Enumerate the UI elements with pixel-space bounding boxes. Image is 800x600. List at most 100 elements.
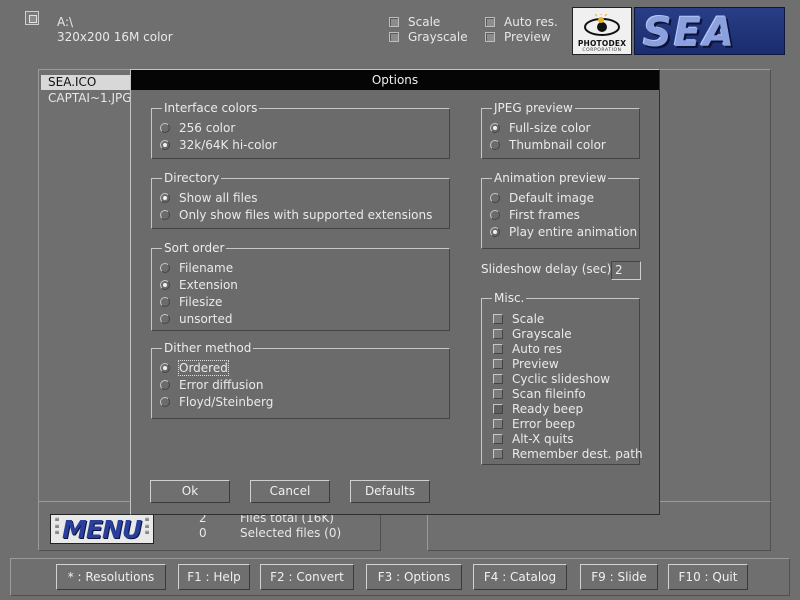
sea-wordmark: SEA xyxy=(643,10,737,55)
resolutions-button[interactable]: * : Resolutions xyxy=(56,564,166,590)
ok-button[interactable]: Ok xyxy=(150,480,230,503)
system-menu-button[interactable] xyxy=(25,11,39,25)
scale-checkbox[interactable] xyxy=(389,17,399,27)
photodex-wordmark: PHOTODEX xyxy=(577,39,627,48)
option-sort-filesize[interactable]: Filesize xyxy=(179,295,222,309)
auto-res-label: Auto res. xyxy=(504,15,558,29)
misc-scale-label[interactable]: Scale xyxy=(512,312,544,326)
misc-scale-checkbox[interactable] xyxy=(493,314,503,324)
photodex-eye-icon xyxy=(584,14,620,36)
photodex-subtitle: CORPORATION xyxy=(582,48,622,53)
misc-auto-res-label[interactable]: Auto res xyxy=(512,342,562,356)
radio-sort-filesize[interactable] xyxy=(160,297,170,307)
radio-anim-play-entire[interactable] xyxy=(490,227,500,237)
misc-remember-dest-label[interactable]: Remember dest. path xyxy=(512,447,643,461)
cancel-button[interactable]: Cancel xyxy=(250,480,330,503)
auto-res-checkbox[interactable] xyxy=(485,17,495,27)
option-sort-unsorted[interactable]: unsorted xyxy=(179,312,232,326)
radio-dither-ordered[interactable] xyxy=(160,363,170,373)
misc-scan-fileinfo-checkbox[interactable] xyxy=(493,389,503,399)
misc-alt-x-quits-checkbox[interactable] xyxy=(493,434,503,444)
help-button[interactable]: F1 : Help xyxy=(178,564,250,590)
radio-anim-default[interactable] xyxy=(490,193,500,203)
interface-colors-label: Interface colors xyxy=(162,101,260,115)
options-button[interactable]: F3 : Options xyxy=(366,564,462,590)
slide-button[interactable]: F9 : Slide xyxy=(580,564,658,590)
misc-label: Misc. xyxy=(492,291,527,305)
menu-logo-word: MENU xyxy=(62,515,142,544)
file-item[interactable]: CAPTAI~1.JPG xyxy=(48,91,132,105)
jpeg-preview-group: JPEG preview Full-size color Thumbnail c… xyxy=(481,101,640,159)
misc-ready-beep-label[interactable]: Ready beep xyxy=(512,402,583,416)
dialog-title[interactable]: Options xyxy=(131,70,659,90)
option-dither-floyd[interactable]: Floyd/Steinberg xyxy=(179,395,273,409)
misc-group: Misc. Scale Grayscale Auto res Preview C… xyxy=(481,291,643,465)
defaults-button[interactable]: Defaults xyxy=(350,480,430,503)
grayscale-checkbox[interactable] xyxy=(389,32,399,42)
image-info: 320x200 16M color xyxy=(57,30,173,44)
misc-cyclic-slideshow-checkbox[interactable] xyxy=(493,374,503,384)
animation-preview-label: Animation preview xyxy=(492,171,609,185)
option-anim-first-frames[interactable]: First frames xyxy=(509,208,580,222)
slideshow-delay-input[interactable]: 2 xyxy=(611,261,641,280)
misc-alt-x-quits-label[interactable]: Alt-X quits xyxy=(512,432,574,446)
preview-label: Preview xyxy=(504,30,551,44)
misc-error-beep-checkbox[interactable] xyxy=(493,419,503,429)
option-dither-ordered[interactable]: Ordered xyxy=(178,360,229,376)
radio-sort-filename[interactable] xyxy=(160,263,170,273)
dither-method-group: Dither method Ordered Error diffusion Fl… xyxy=(151,341,450,419)
menu-logo-left-glyphs: ≡ ≡ ≡ xyxy=(54,516,60,536)
files-selected-label: Selected files (0) xyxy=(240,526,342,540)
sort-order-label: Sort order xyxy=(162,241,227,255)
preview-checkbox[interactable] xyxy=(485,32,495,42)
misc-ready-beep-checkbox[interactable] xyxy=(493,404,503,414)
radio-show-all-files[interactable] xyxy=(160,193,170,203)
option-supported-only[interactable]: Only show files with supported extension… xyxy=(179,208,432,222)
grayscale-label: Grayscale xyxy=(408,30,468,44)
misc-error-beep-label[interactable]: Error beep xyxy=(512,417,575,431)
option-anim-play-entire[interactable]: Play entire animation xyxy=(509,225,637,239)
option-anim-default[interactable]: Default image xyxy=(509,191,594,205)
option-jpeg-full-size[interactable]: Full-size color xyxy=(509,121,590,135)
option-show-all-files[interactable]: Show all files xyxy=(179,191,258,205)
file-item-selected[interactable]: SEA.ICO xyxy=(41,75,131,90)
files-selected-count: 0 xyxy=(199,526,207,540)
directory-group: Directory Show all files Only show files… xyxy=(151,171,450,229)
radio-dither-floyd[interactable] xyxy=(160,397,170,407)
radio-dither-error-diffusion[interactable] xyxy=(160,380,170,390)
radio-hi-color[interactable] xyxy=(160,140,170,150)
interface-colors-group: Interface colors 256 color 32k/64K hi-co… xyxy=(151,101,450,159)
menu-logo[interactable]: ≡ ≡ ≡ MENU ≡ ≡ ≡ xyxy=(50,514,154,544)
radio-sort-extension[interactable] xyxy=(160,280,170,290)
option-dither-error-diffusion[interactable]: Error diffusion xyxy=(179,378,263,392)
quit-button[interactable]: F10 : Quit xyxy=(668,564,748,590)
animation-preview-group: Animation preview Default image First fr… xyxy=(481,171,640,249)
radio-anim-first-frames[interactable] xyxy=(490,210,500,220)
radio-sort-unsorted[interactable] xyxy=(160,314,170,324)
misc-cyclic-slideshow-label[interactable]: Cyclic slideshow xyxy=(512,372,610,386)
option-jpeg-thumbnail[interactable]: Thumbnail color xyxy=(509,138,606,152)
misc-auto-res-checkbox[interactable] xyxy=(493,344,503,354)
radio-jpeg-thumbnail[interactable] xyxy=(490,140,500,150)
option-256-color[interactable]: 256 color xyxy=(179,121,235,135)
radio-supported-only[interactable] xyxy=(160,210,170,220)
option-sort-filename[interactable]: Filename xyxy=(179,261,233,275)
convert-button[interactable]: F2 : Convert xyxy=(260,564,354,590)
misc-grayscale-label[interactable]: Grayscale xyxy=(512,327,572,341)
radio-256-color[interactable] xyxy=(160,123,170,133)
misc-preview-checkbox[interactable] xyxy=(493,359,503,369)
misc-grayscale-checkbox[interactable] xyxy=(493,329,503,339)
slideshow-delay-label: Slideshow delay (sec) xyxy=(481,262,612,276)
sea-logo: SEA xyxy=(634,7,785,55)
misc-scan-fileinfo-label[interactable]: Scan fileinfo xyxy=(512,387,586,401)
option-sort-extension[interactable]: Extension xyxy=(179,278,238,292)
scale-label: Scale xyxy=(408,15,441,29)
misc-preview-label[interactable]: Preview xyxy=(512,357,559,371)
catalog-button[interactable]: F4 : Catalog xyxy=(473,564,567,590)
sort-order-group: Sort order Filename Extension Filesize u… xyxy=(151,241,450,331)
radio-jpeg-full-size[interactable] xyxy=(490,123,500,133)
misc-remember-dest-checkbox[interactable] xyxy=(493,449,503,459)
current-path: A:\ xyxy=(57,15,74,29)
dither-method-label: Dither method xyxy=(162,341,254,355)
option-hi-color[interactable]: 32k/64K hi-color xyxy=(179,138,277,152)
